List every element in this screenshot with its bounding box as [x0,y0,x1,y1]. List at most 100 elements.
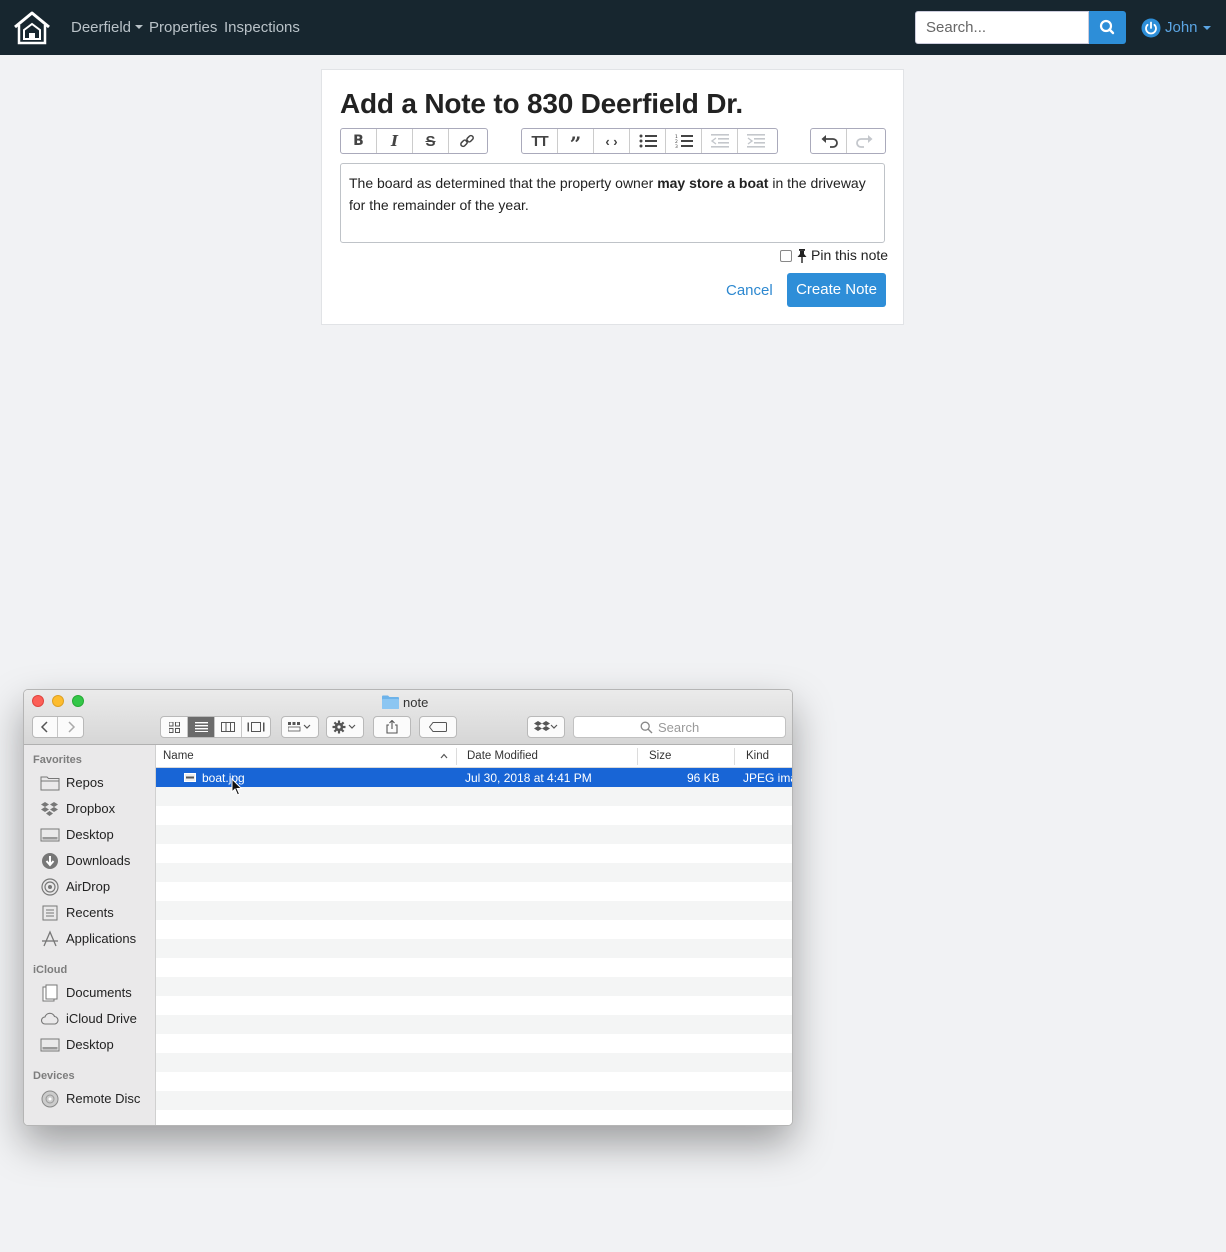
outdent-icon [710,134,729,148]
group-by-button[interactable] [281,716,319,738]
bullet-list-button[interactable] [630,129,666,153]
nav-inspections-link[interactable]: Inspections [224,19,300,36]
nav-properties-link[interactable]: Properties [149,19,217,36]
quote-button[interactable]: ” [558,129,594,156]
column-header-name[interactable]: Name [163,750,194,762]
dropbox-icon [41,802,58,816]
favorites-header: Favorites [33,754,82,766]
column-header-date-modified[interactable]: Date Modified [467,750,538,762]
zoom-window-button[interactable] [72,695,84,707]
file-row-selected[interactable]: boat.jpg Jul 30, 2018 at 4:41 PM 96 KB J… [156,768,793,787]
column-headers: Name Date Modified Size Kind [156,745,792,768]
sidebar-item-label: Repos [66,775,104,790]
column-header-size[interactable]: Size [649,750,671,762]
user-menu[interactable]: John [1141,17,1201,39]
minimize-window-button[interactable] [52,695,64,707]
column-divider[interactable] [456,748,457,765]
icloud-header: iCloud [33,964,68,976]
italic-button[interactable]: I [377,129,413,153]
sidebar-item-applications[interactable]: Applications [40,930,156,948]
tag-button[interactable] [419,716,457,738]
deerfield-menu[interactable]: Deerfield [71,19,144,36]
note-text-plain: The board as determined that the propert… [349,175,658,191]
power-icon [1141,18,1161,38]
note-body-editor[interactable]: The board as determined that the propert… [340,163,885,243]
quote-icon: ” [569,132,582,156]
column-divider[interactable] [734,748,735,765]
redo-button[interactable] [847,129,883,153]
column-view-button[interactable] [215,717,242,737]
group-by-seg [282,717,318,737]
sidebar-item-dropbox[interactable]: Dropbox [40,800,156,818]
outdent-button[interactable] [702,129,738,153]
create-note-button[interactable]: Create Note [787,273,886,307]
desktop-icon [40,828,60,842]
cancel-button[interactable]: Cancel [726,282,773,299]
list-view-button[interactable] [188,717,215,737]
share-seg [374,717,410,737]
sidebar-item-recents[interactable]: Recents [40,904,156,922]
sidebar-item-icloud-drive[interactable]: iCloud Drive [40,1010,156,1028]
pin-note-toggle[interactable]: Pin this note [780,247,888,265]
group-icon [288,722,311,732]
strikethrough-button[interactable]: S [413,129,449,153]
bold-icon: B [353,133,364,149]
page-title: Add a Note to 830 Deerfield Dr. [340,88,744,119]
code-button[interactable]: ‹ › [594,129,630,153]
back-button[interactable] [33,717,58,737]
action-menu-button[interactable] [326,716,364,738]
gallery-view-button[interactable] [242,717,270,737]
column-divider[interactable] [637,748,638,765]
forward-button[interactable] [58,717,83,737]
top-navbar: Deerfield Properties Inspections John [0,0,1226,55]
note-text-bold: may store a boat [657,175,769,191]
sidebar-item-icloud-desktop[interactable]: Desktop [40,1036,156,1054]
sidebar-item-label: Remote Disc [66,1091,141,1106]
empty-row [156,844,792,863]
heading-button[interactable]: TT [522,129,558,153]
empty-row [156,882,792,901]
chevron-down-icon [1203,26,1211,30]
sidebar-item-downloads[interactable]: Downloads [40,852,156,870]
gallery-icon [247,722,265,732]
sidebar-item-label: Applications [66,931,137,946]
pushpin-icon [797,249,807,263]
nav-search-input[interactable] [915,11,1089,44]
finder-window: note Favorites [23,689,793,1126]
undo-button[interactable] [811,129,847,153]
sidebar-item-remote-disc[interactable]: Remote Disc [40,1090,156,1108]
indent-button[interactable] [738,129,774,153]
italic-icon: I [390,132,399,150]
dropbox-icon [534,721,558,731]
icon-view-button[interactable] [161,717,188,737]
empty-row [156,977,792,996]
deerfield-menu-label: Deerfield [71,19,132,36]
home-logo-icon[interactable] [12,10,52,46]
share-button[interactable] [373,716,411,738]
file-rows: boat.jpg Jul 30, 2018 at 4:41 PM 96 KB J… [156,768,793,1125]
sidebar-item-airdrop[interactable]: AirDrop [40,878,156,896]
pin-checkbox[interactable] [780,250,792,262]
file-kind: JPEG ima [743,771,793,785]
column-header-kind[interactable]: Kind [746,750,769,762]
empty-row [156,1034,792,1053]
close-window-button[interactable] [32,695,44,707]
svg-text:3: 3 [675,144,678,148]
format-toolbar-block: TT ” ‹ › 123 [521,128,778,154]
tag-icon [429,722,447,732]
bold-button[interactable]: B [341,129,377,153]
sidebar-item-desktop[interactable]: Desktop [40,826,156,844]
columns-icon [221,722,235,732]
sidebar-item-repos[interactable]: Repos [40,774,156,792]
sidebar-item-documents[interactable]: Documents [40,984,156,1002]
link-button[interactable] [449,129,485,153]
sidebar-item-label: Downloads [66,853,131,868]
file-size: 96 KB [687,771,720,785]
grid-icon [168,721,180,733]
sidebar-item-label: AirDrop [66,879,111,894]
finder-search-input[interactable] [573,716,786,738]
download-icon [42,853,58,869]
dropbox-menu-button[interactable] [527,716,565,738]
nav-search-button[interactable] [1089,11,1126,44]
numbered-list-button[interactable]: 123 [666,129,702,153]
